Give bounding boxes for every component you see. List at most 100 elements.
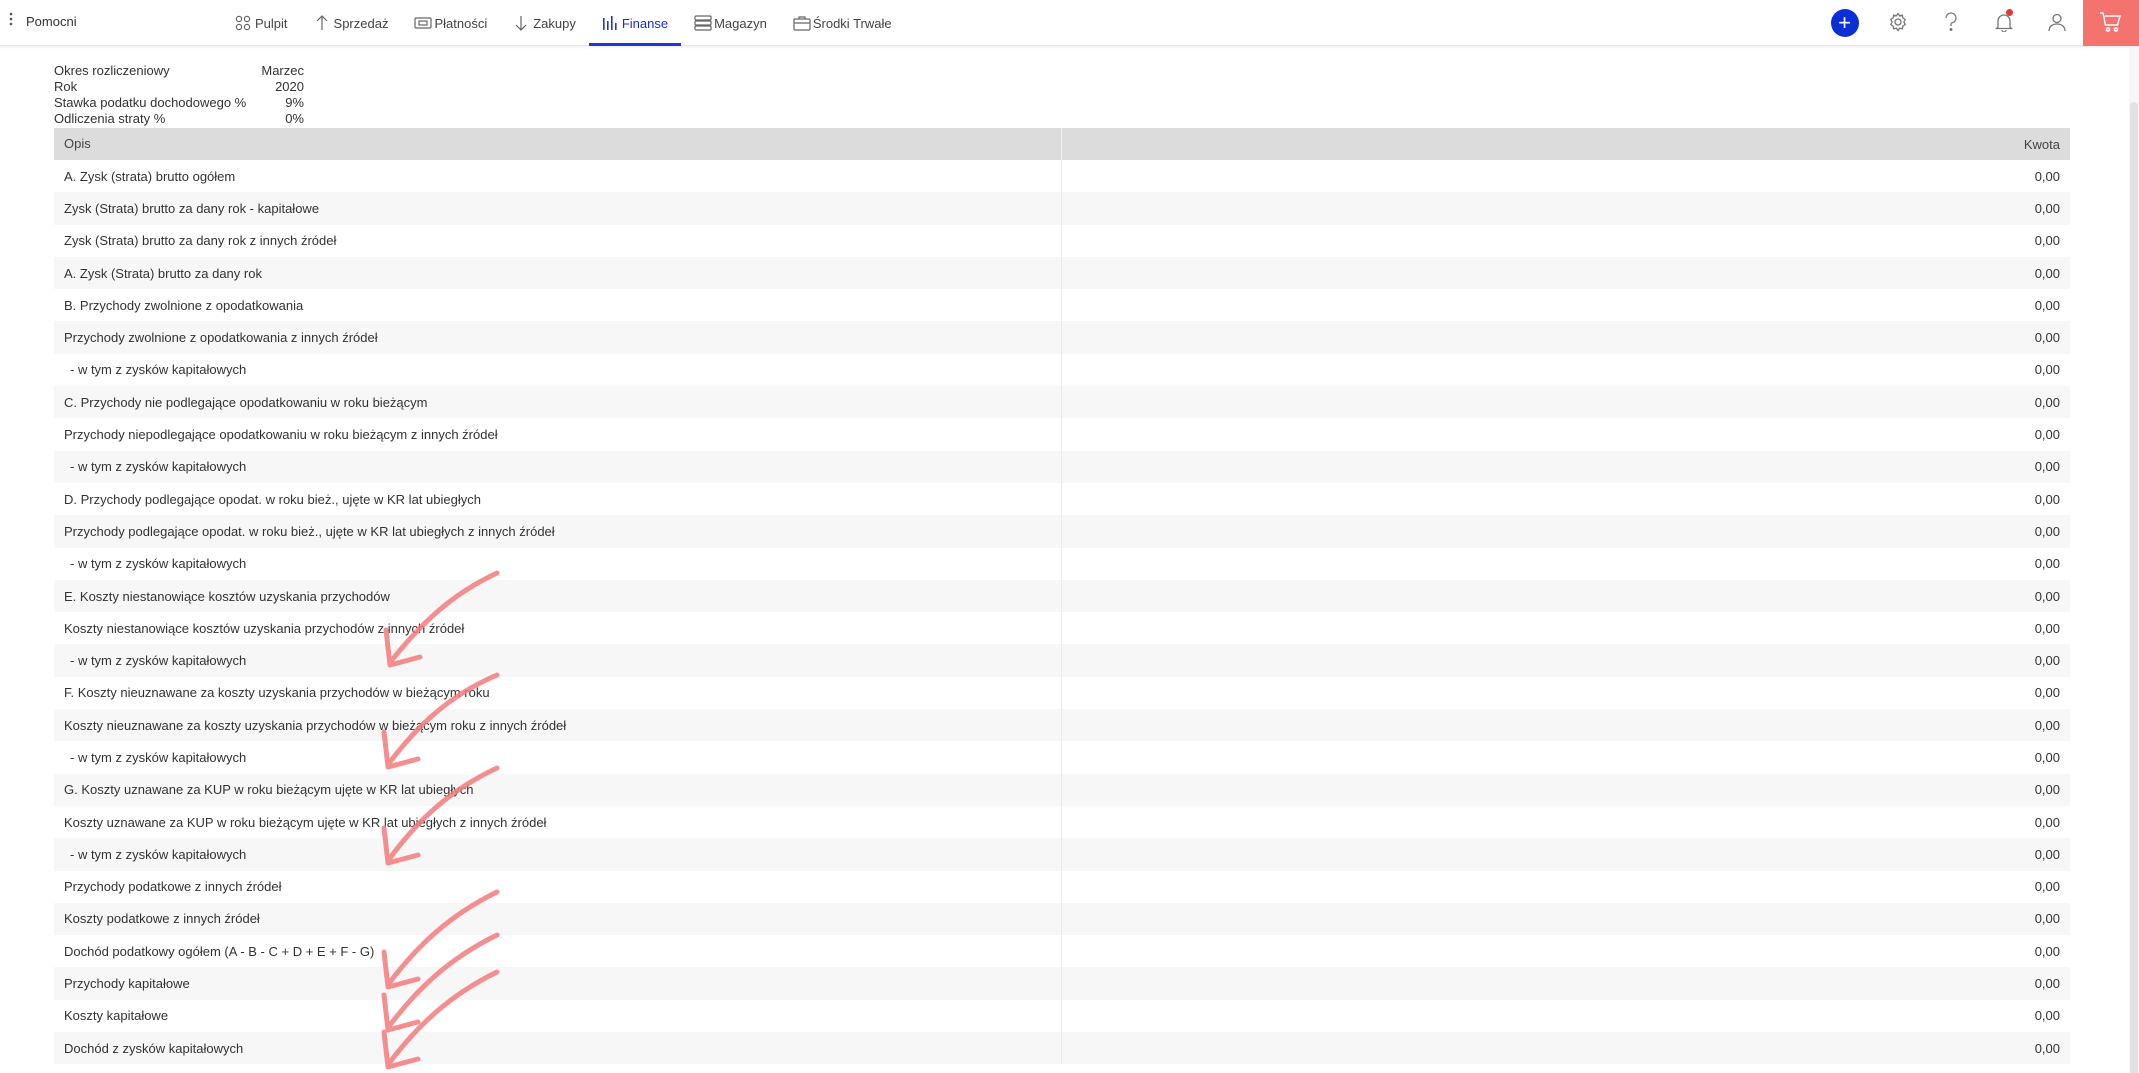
table-body: A. Zysk (strata) brutto ogółem 0,00 Zysk (… — [54, 160, 2070, 1065]
cell-opis: G. Koszty uznawane za KUP w roku bieżący… — [54, 773, 1062, 806]
nav-zakupy[interactable]: Zakupy — [500, 0, 589, 46]
user-icon — [2047, 12, 2067, 35]
cell-kwota: 0,00 — [2034, 749, 2060, 765]
table-row[interactable]: - w tym z zysków kapitałowych 0,00 — [54, 838, 2070, 871]
nav-label: Magazyn — [714, 15, 767, 31]
cell-kwota: 0,00 — [2034, 297, 2060, 313]
nav-label: Zakupy — [533, 15, 576, 31]
info-label: Rok — [54, 79, 78, 94]
table-row[interactable]: Przychody kapitałowe 0,00 — [54, 967, 2070, 1000]
user-button[interactable] — [2030, 0, 2083, 46]
table-row[interactable]: - w tym z zysków kapitałowych 0,00 — [54, 741, 2070, 774]
payment-icon — [414, 15, 433, 31]
table-row[interactable]: Przychody niepodlegające opodatkowaniu w… — [54, 418, 2070, 451]
cell-kwota: 0,00 — [2034, 556, 2060, 572]
cell-kwota: 0,00 — [2034, 846, 2060, 862]
add-button[interactable]: + — [1818, 0, 1871, 46]
nav-magazyn[interactable]: Magazyn — [681, 0, 780, 46]
table-row[interactable]: D. Przychody podlegające opodat. w roku … — [54, 482, 2070, 516]
top-navigation-bar: Pomocni Pulpit Sprzedaż Płatności Zakupy — [0, 0, 2139, 46]
nav-finanse[interactable]: Finanse — [588, 0, 682, 46]
cell-opis: - w tym z zysków kapitałowych — [54, 644, 1062, 677]
cell-opis: Koszty niestanowiące kosztów uzyskania p… — [54, 612, 1062, 645]
table-row[interactable]: - w tym z zysków kapitałowych 0,00 — [54, 450, 2070, 483]
nav-sprzedaz[interactable]: Sprzedaż — [301, 0, 402, 46]
cell-opis: - w tym z zysków kapitałowych — [54, 741, 1062, 774]
info-value: 2020 — [275, 79, 304, 94]
column-header-opis[interactable]: Opis — [54, 128, 1062, 160]
cell-kwota: 0,00 — [2034, 233, 2060, 249]
cell-opis: - w tym z zysków kapitałowych — [54, 353, 1062, 387]
table-row[interactable]: Koszty nieuznawane za koszty uzyskania p… — [54, 709, 2070, 742]
cell-kwota: 0,00 — [2034, 1040, 2060, 1056]
cell-kwota: 0,00 — [2034, 1008, 2060, 1024]
table-row[interactable]: Koszty kapitałowe 0,00 — [54, 999, 2070, 1033]
info-label: Okres rozliczeniowy — [54, 63, 170, 78]
table-row[interactable]: Dochód z zysków kapitałowych 0,00 — [54, 1032, 2070, 1065]
nav-srodki-trwale[interactable]: Środki Trwałe — [780, 0, 905, 46]
cell-kwota: 0,00 — [2034, 976, 2060, 992]
cell-opis: Przychody podlegające opodat. w roku bie… — [54, 515, 1062, 548]
cart-button[interactable] — [2083, 0, 2139, 46]
cell-opis: Dochód z zysków kapitałowych — [54, 1032, 1062, 1065]
table-row[interactable]: E. Koszty niestanowiące kosztów uzyskani… — [54, 579, 2070, 613]
cell-kwota: 0,00 — [2034, 362, 2060, 378]
cell-opis: - w tym z zysków kapitałowych — [54, 547, 1062, 580]
notification-badge — [2006, 9, 2013, 16]
grid-icon — [235, 15, 251, 31]
cell-kwota: 0,00 — [2034, 330, 2060, 346]
app-name[interactable]: Pomocni — [26, 14, 77, 29]
table-row[interactable]: Przychody podlegające opodat. w roku bie… — [54, 515, 2070, 548]
table-row[interactable]: Koszty uznawane za KUP w roku bieżącym u… — [54, 805, 2070, 839]
nav-label: Sprzedaż — [333, 15, 389, 31]
table-row[interactable]: Koszty niestanowiące kosztów uzyskania p… — [54, 612, 2070, 645]
table-row[interactable]: G. Koszty uznawane za KUP w roku bieżący… — [54, 773, 2070, 806]
plus-icon: + — [1830, 9, 1859, 37]
table-row[interactable]: - w tym z zysków kapitałowych 0,00 — [54, 353, 2070, 387]
cell-opis: Koszty podatkowe z innych źródeł — [54, 902, 1062, 936]
nav-label: Płatności — [434, 15, 488, 31]
cell-opis: Przychody podatkowe z innych źródeł — [54, 870, 1062, 903]
table-row[interactable]: Przychody zwolnione z opodatkowania z in… — [54, 321, 2070, 354]
info-label: Stawka podatku dochodowego % — [54, 95, 247, 110]
cart-icon — [2099, 11, 2123, 36]
settings-button[interactable] — [1871, 0, 1924, 46]
info-row: Okres rozliczeniowy Marzec — [54, 63, 304, 79]
table-row[interactable]: F. Koszty nieuznawane za koszty uzyskani… — [54, 676, 2070, 710]
cell-kwota: 0,00 — [2034, 394, 2060, 410]
info-row: Stawka podatku dochodowego % 9% — [54, 95, 304, 111]
scrollbar-thumb[interactable] — [2130, 102, 2138, 1073]
table-row[interactable]: Dochód podatkowy ogółem (A - B - C + D +… — [54, 935, 2070, 968]
table-row[interactable]: Zysk (Strata) brutto za dany rok z innyc… — [54, 224, 2070, 257]
nav-platnosci[interactable]: Płatności — [401, 0, 500, 46]
info-row: Rok 2020 — [54, 79, 304, 95]
cell-opis: Przychody kapitałowe — [54, 967, 1062, 1000]
settlement-info: Okres rozliczeniowy Marzec Rok 2020 Staw… — [54, 63, 304, 127]
table-row[interactable]: - w tym z zysków kapitałowych 0,00 — [54, 547, 2070, 580]
nav-label: Środki Trwałe — [812, 15, 892, 31]
nav-label: Finanse — [621, 15, 669, 31]
table-row[interactable]: A. Zysk (strata) brutto ogółem 0,00 — [54, 160, 2070, 193]
info-value: 0% — [285, 111, 304, 126]
cell-kwota: 0,00 — [2034, 459, 2060, 475]
help-button[interactable] — [1924, 0, 1977, 46]
table-row[interactable]: C. Przychody nie podlegające opodatkowan… — [54, 386, 2070, 419]
table-row[interactable]: - w tym z zysków kapitałowych 0,00 — [54, 644, 2070, 677]
vertical-scrollbar[interactable] — [2129, 46, 2139, 1073]
table-row[interactable]: B. Przychody zwolnione z opodatkowania 0,… — [54, 289, 2070, 322]
cell-kwota: 0,00 — [2034, 491, 2060, 507]
nav-pulpit[interactable]: Pulpit — [222, 0, 301, 46]
column-header-kwota[interactable]: Kwota — [1062, 137, 2070, 152]
cell-opis: Koszty uznawane za KUP w roku bieżącym u… — [54, 805, 1062, 839]
table-row[interactable]: Zysk (Strata) brutto za dany rok - kapit… — [54, 192, 2070, 225]
cell-kwota: 0,00 — [2034, 620, 2060, 636]
toolbar-right: + — [1818, 0, 2139, 46]
table-row[interactable]: Przychody podatkowe z innych źródeł 0,00 — [54, 870, 2070, 903]
info-value: Marzec — [261, 63, 304, 78]
table-row[interactable]: A. Zysk (Strata) brutto za dany rok 0,00 — [54, 256, 2070, 290]
vertical-dots-icon[interactable] — [9, 12, 17, 30]
cell-kwota: 0,00 — [2034, 200, 2060, 216]
notifications-button[interactable] — [1977, 0, 2030, 46]
cell-opis: A. Zysk (strata) brutto ogółem — [54, 160, 1062, 193]
table-row[interactable]: Koszty podatkowe z innych źródeł 0,00 — [54, 902, 2070, 936]
